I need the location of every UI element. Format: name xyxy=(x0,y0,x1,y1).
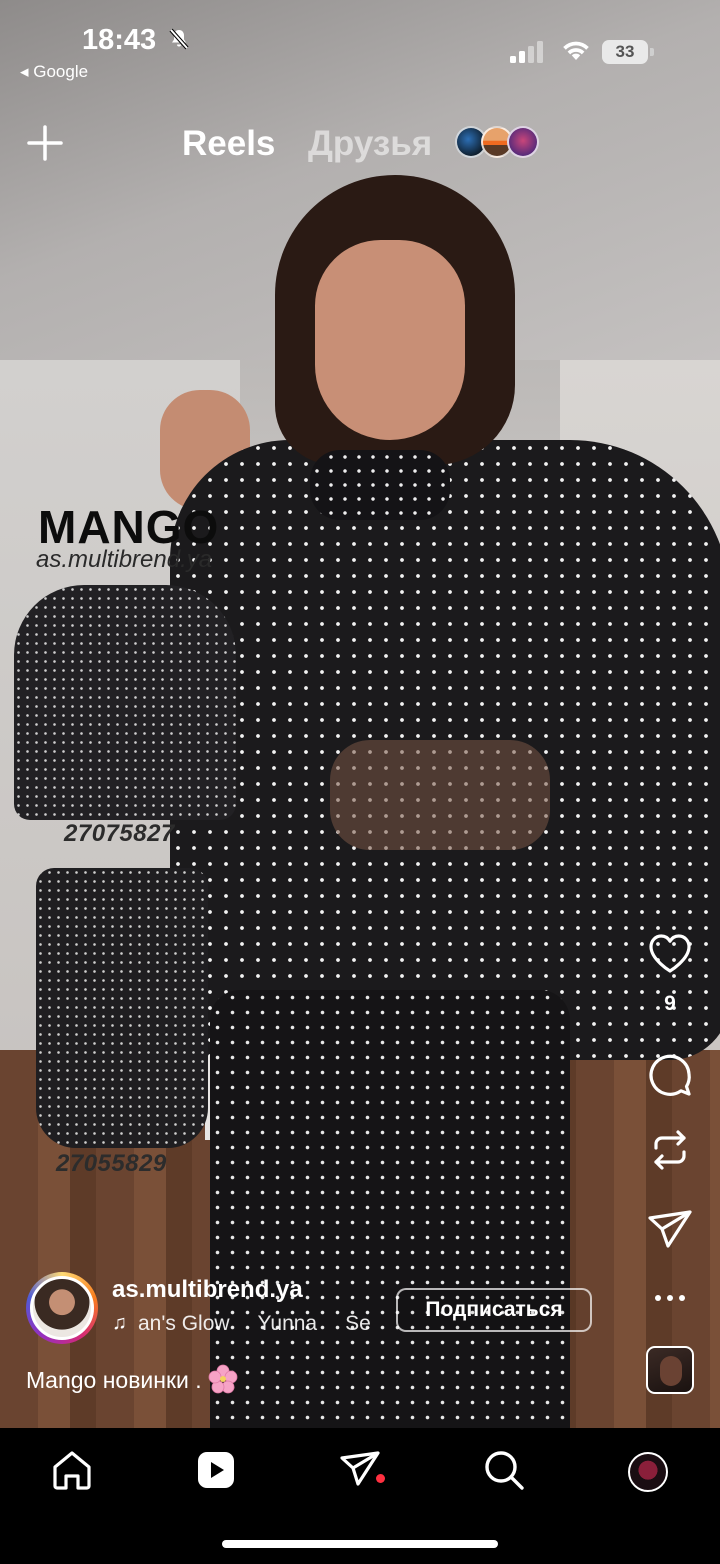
reel-video[interactable]: MANGO as.multibrend.ya 27075827 27055829 xyxy=(0,0,720,1428)
audio-track-thumbnail[interactable] xyxy=(646,1346,694,1394)
product-code: 27055829 xyxy=(56,1150,167,1177)
repost-icon[interactable] xyxy=(646,1126,694,1174)
tab-reels[interactable]: Reels xyxy=(182,124,275,164)
wifi-icon xyxy=(563,41,589,60)
music-track-ticker[interactable]: an's Glow Yunna Se xyxy=(138,1312,378,1338)
battery-tip xyxy=(650,48,654,56)
video-person-face xyxy=(315,240,465,440)
author-avatar[interactable] xyxy=(26,1272,98,1344)
battery-level: 33 xyxy=(602,40,648,64)
battery-indicator: 33 xyxy=(602,40,654,64)
friend-avatar xyxy=(507,126,539,158)
back-to-app-link[interactable]: ◂ Google xyxy=(20,62,88,82)
product-code: 27075827 xyxy=(64,820,175,847)
home-indicator xyxy=(222,1540,498,1548)
direct-messages-icon[interactable] xyxy=(338,1448,382,1492)
music-track-segment: an's Glow xyxy=(138,1312,230,1335)
search-icon[interactable] xyxy=(482,1448,526,1492)
tab-friends[interactable]: Друзья xyxy=(308,124,432,164)
create-plus-icon[interactable] xyxy=(26,124,64,162)
comment-icon[interactable] xyxy=(646,1050,694,1098)
music-track-segment: Se xyxy=(345,1312,371,1335)
video-person-midriff xyxy=(330,740,550,850)
status-time: 18:43 xyxy=(82,24,157,56)
share-send-icon[interactable] xyxy=(646,1206,694,1254)
music-track-segment: Yunna xyxy=(257,1312,318,1335)
video-person-collar xyxy=(310,450,450,520)
product-blouse-image xyxy=(14,585,236,820)
author-avatar-image xyxy=(30,1276,94,1340)
video-person-pants xyxy=(210,990,570,1428)
subscribe-button[interactable]: Подписаться xyxy=(396,1288,592,1332)
profile-avatar[interactable] xyxy=(628,1452,668,1492)
author-username[interactable]: as.multibrend.ya xyxy=(112,1276,303,1304)
bell-off-icon xyxy=(169,28,189,50)
cellular-signal-icon xyxy=(510,41,543,63)
bottom-navigation xyxy=(0,1428,720,1564)
music-note-icon: ♫ xyxy=(112,1312,127,1334)
home-icon[interactable] xyxy=(50,1448,94,1492)
video-brand-watermark: as.multibrend.ya xyxy=(36,546,213,573)
reels-icon[interactable] xyxy=(194,1448,238,1492)
caption-text: Mango новинки . xyxy=(26,1367,202,1393)
product-pants-image xyxy=(36,868,208,1148)
like-count: 9 xyxy=(664,992,676,1015)
audio-thumbnail-figure xyxy=(660,1356,682,1386)
more-options-icon[interactable] xyxy=(646,1274,694,1322)
heart-icon[interactable] xyxy=(646,930,694,978)
cherry-blossom-icon xyxy=(208,1364,238,1394)
unread-dot xyxy=(376,1474,385,1483)
friends-avatar-stack[interactable] xyxy=(455,126,545,158)
post-caption[interactable]: Mango новинки . xyxy=(26,1364,238,1394)
